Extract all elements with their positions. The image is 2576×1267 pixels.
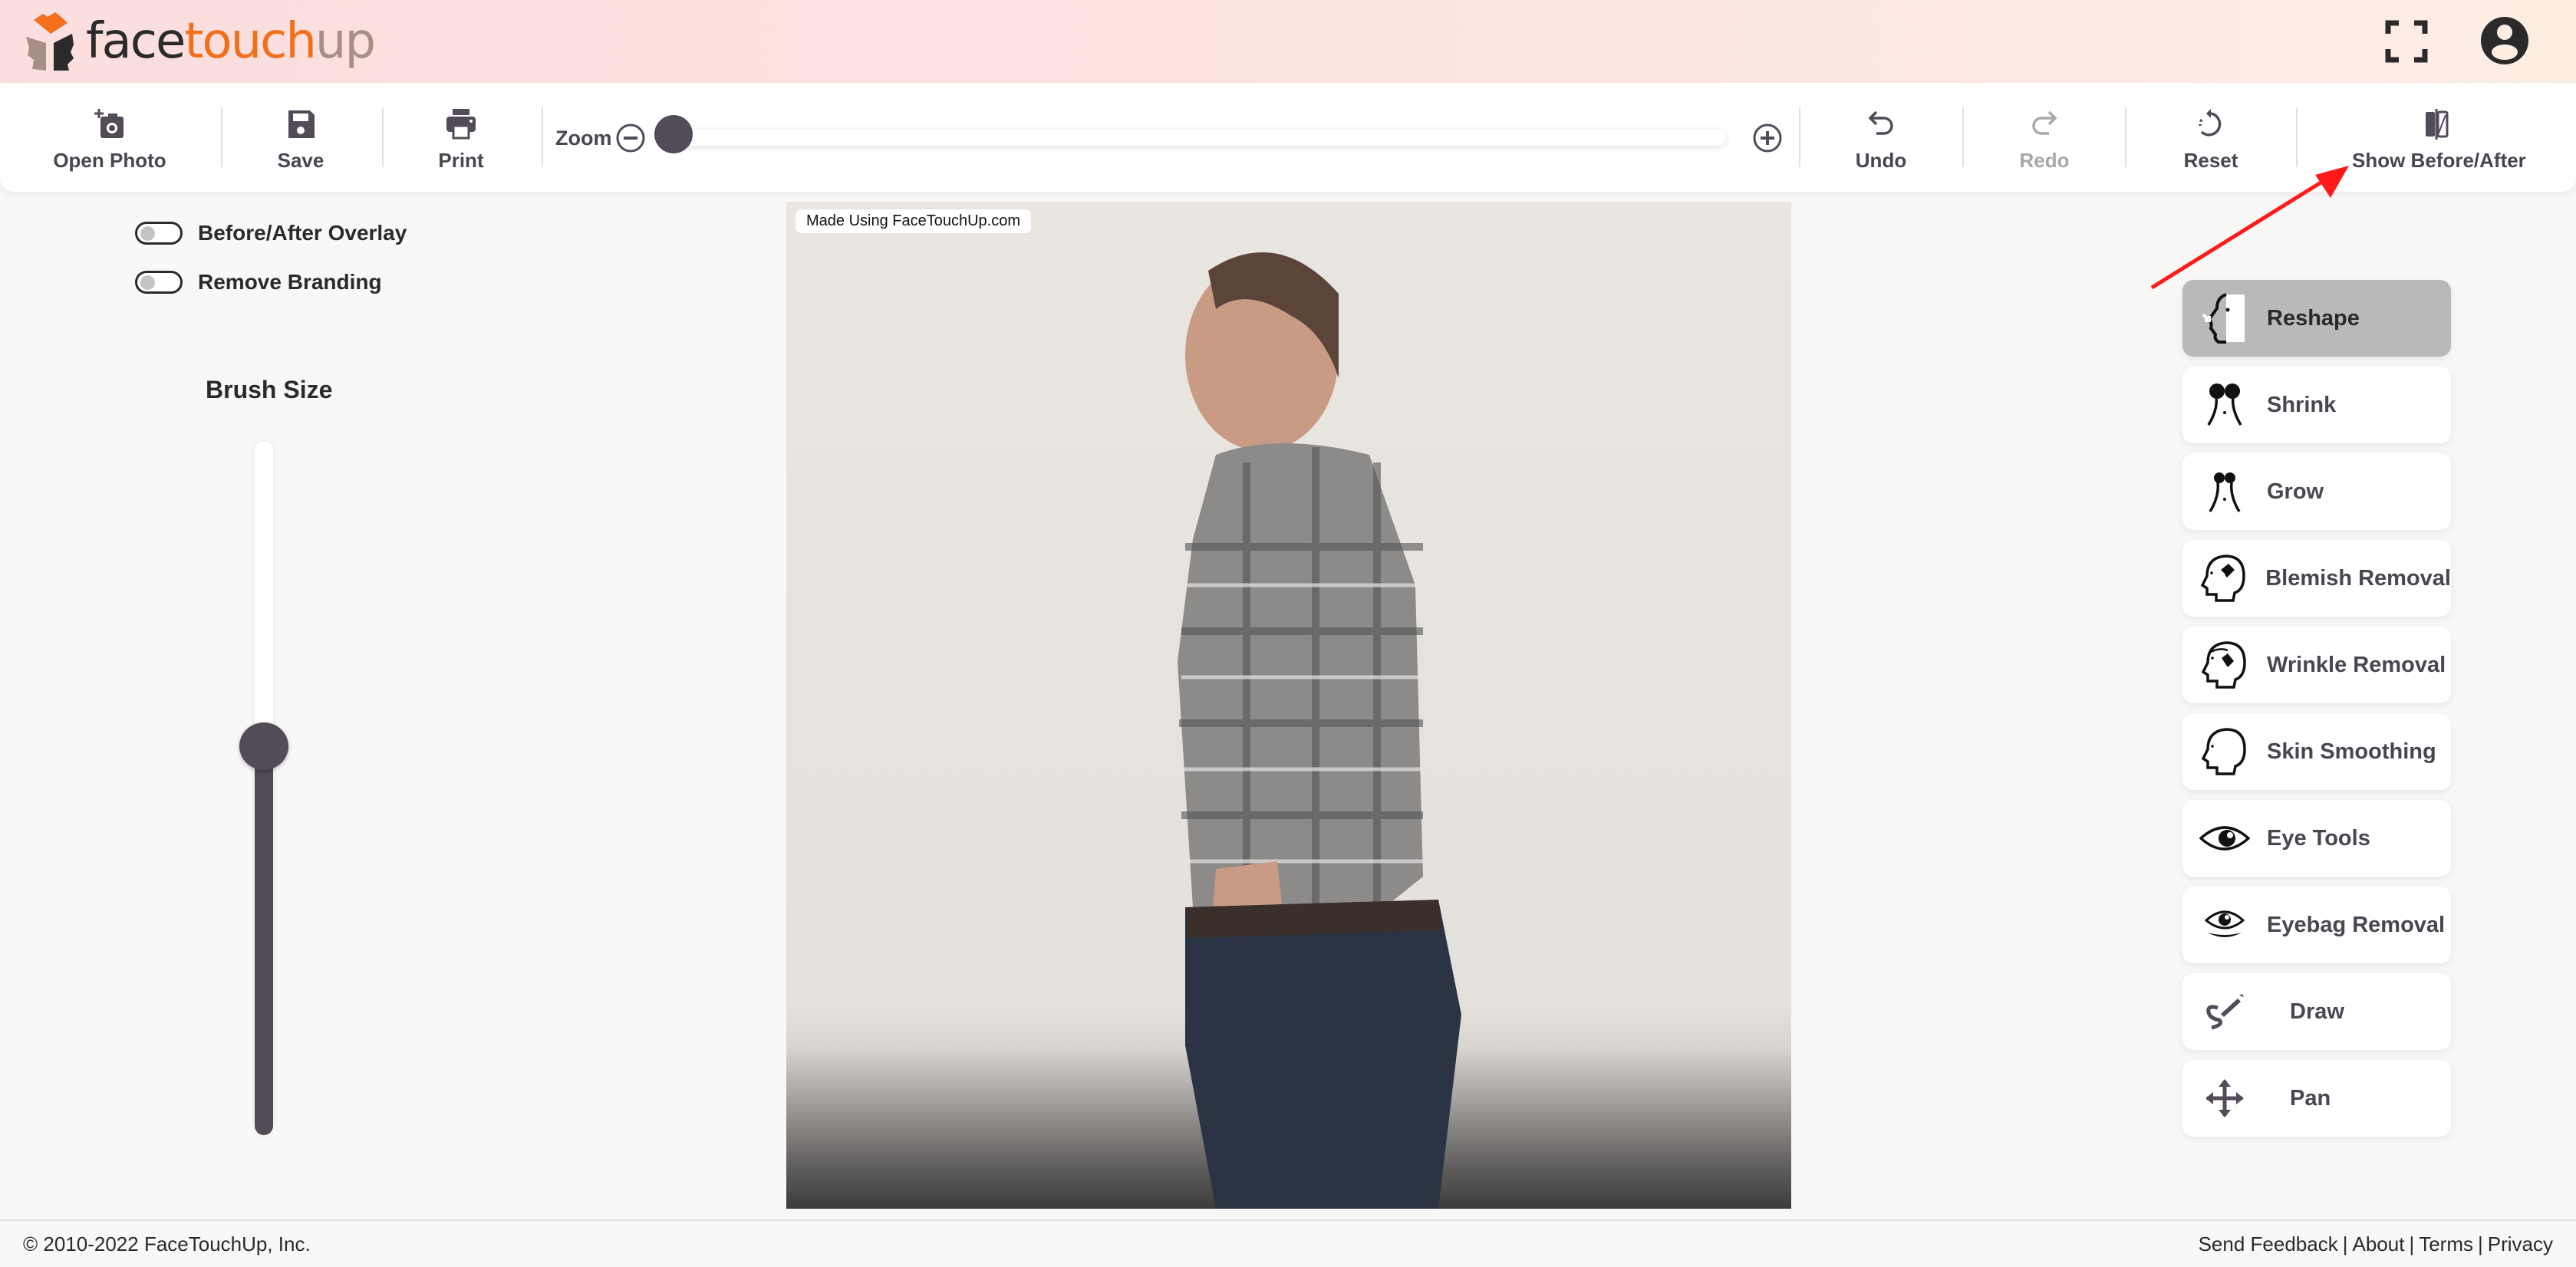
facetouchup-logo[interactable]: facetouchup [23,9,376,74]
redo-button[interactable]: Redo [2006,106,2083,183]
grow-body-icon [2198,465,2252,518]
remove-branding-toggle[interactable]: Remove Branding [135,270,382,295]
tool-panel: Reshape Shrink Grow Blemish Removal Wrin… [2182,280,2451,1147]
toolbar-divider [221,107,222,167]
subject-figure [1178,252,1461,1209]
copyright: © 2010-2022 FaceTouchUp, Inc. [23,1232,311,1255]
floppy-disk-icon [288,110,315,138]
tool-eye-tools[interactable]: Eye Tools [2182,800,2451,877]
print-button[interactable]: Print [423,106,499,183]
compare-icon [2426,109,2449,140]
logo-wordmark: facetouchup [86,13,376,70]
tool-skin-smoothing[interactable]: Skin Smoothing [2182,713,2451,790]
blemish-removal-icon [2198,551,2250,605]
tool-eyebag-removal[interactable]: Eyebag Removal [2182,887,2451,963]
eyebag-icon [2198,898,2252,952]
photo-canvas[interactable]: Made Using FaceTouchUp.com [786,202,1791,1209]
terms-link[interactable]: Terms [2419,1232,2473,1255]
brush-size-thumb[interactable] [239,722,288,771]
tool-blemish-removal[interactable]: Blemish Removal [2182,540,2451,617]
brush-size-fill [255,746,273,1135]
app-header: facetouchup [0,0,2576,83]
toolbar-divider [542,107,543,167]
facetouchup-logo-icon [26,12,74,71]
shrink-body-icon [2198,378,2252,432]
pan-arrows-icon [2198,1071,2252,1125]
fullscreen-icon[interactable] [2383,18,2429,64]
zoom-slider-thumb[interactable] [654,115,693,153]
skin-smoothing-icon [2198,725,2252,778]
toggle-knob [140,226,155,241]
undo-button[interactable]: Undo [1843,106,1919,183]
toggle-knob [140,275,155,290]
toolbar-divider [2125,107,2126,167]
privacy-link[interactable]: Privacy [2488,1232,2553,1255]
watermark-label: Made Using FaceTouchUp.com [796,209,1032,233]
brush-size-slider[interactable] [239,441,288,1135]
account-circle-icon[interactable] [2479,15,2530,66]
open-photo-button[interactable]: Open Photo [48,106,171,183]
show-before-after-button[interactable]: Show Before/After [2352,106,2526,183]
reshape-face-icon [2198,291,2252,345]
tool-grow[interactable]: Grow [2182,453,2451,530]
save-button[interactable]: Save [262,106,339,183]
toggle-switch[interactable] [135,222,183,245]
zoom-label: Zoom [555,127,612,150]
tool-reshape[interactable]: Reshape [2182,280,2451,357]
toolbar-divider [1962,107,1964,167]
toggle-switch[interactable] [135,271,183,294]
footer-divider [0,1219,2576,1221]
draw-pen-icon [2198,985,2252,1038]
reset-icon [2199,109,2222,137]
toolbar-divider [1799,107,1800,167]
tool-pan[interactable]: Pan [2182,1060,2451,1137]
send-feedback-link[interactable]: Send Feedback [2199,1232,2338,1255]
toolbar-divider [382,107,384,167]
redo-icon [2032,110,2057,135]
footer-links: Send Feedback | About | Terms | Privacy [2198,1232,2553,1255]
brush-size-title: Brush Size [206,376,333,403]
wrinkle-removal-icon [2198,638,2252,692]
tool-wrinkle-removal[interactable]: Wrinkle Removal [2182,627,2451,703]
tool-draw[interactable]: Draw [2182,973,2451,1050]
about-link[interactable]: About [2352,1232,2404,1255]
toolbar-divider [2296,107,2298,167]
printer-icon [446,109,476,140]
zoom-slider-track[interactable] [675,129,1726,146]
zoom-out-icon[interactable] [615,123,646,153]
add-photo-icon [94,109,124,138]
eye-icon [2198,811,2252,865]
before-after-overlay-toggle[interactable]: Before/After Overlay [135,221,407,245]
zoom-in-icon[interactable] [1752,123,1783,153]
undo-icon [1868,110,1893,135]
reset-button[interactable]: Reset [2172,106,2249,183]
tool-shrink[interactable]: Shrink [2182,367,2451,443]
